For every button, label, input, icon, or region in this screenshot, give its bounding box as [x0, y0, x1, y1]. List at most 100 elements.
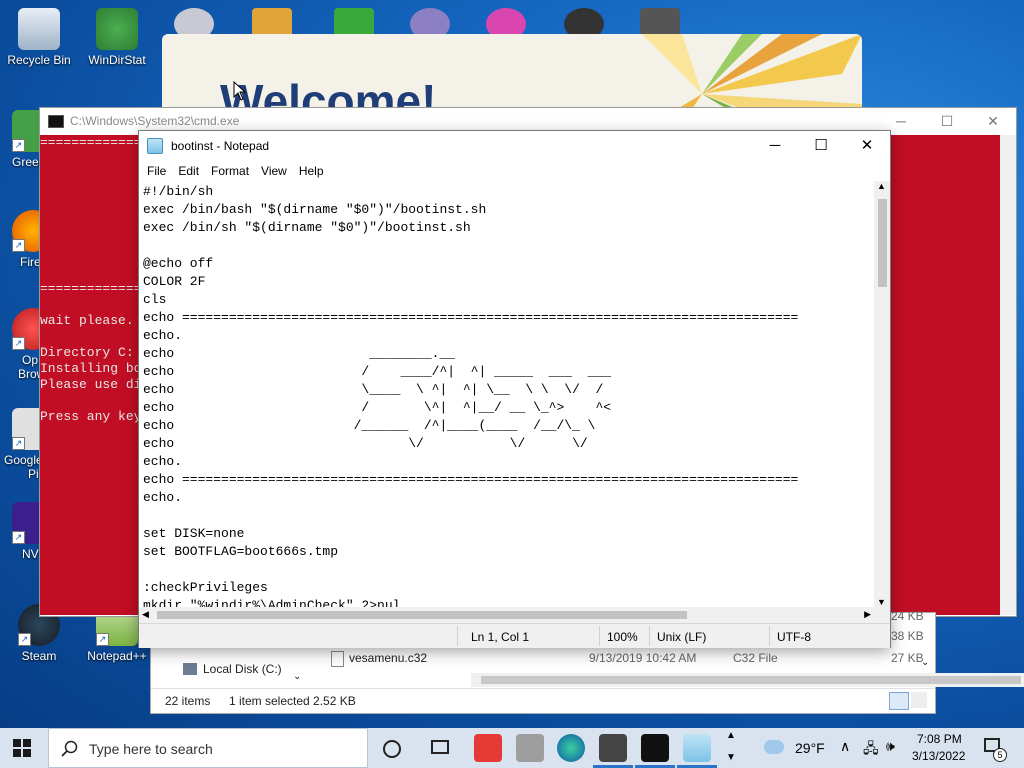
- desktop-icon-label: Fire: [20, 255, 40, 269]
- nav-item-local-disk[interactable]: Local Disk (C:): [203, 662, 282, 676]
- recycle-bin-icon[interactable]: Recycle Bin: [2, 8, 76, 67]
- greenshot-icon-image: ↗: [12, 110, 40, 152]
- volume-icon[interactable]: 🕪: [886, 738, 895, 755]
- greenshot-icon[interactable]: ↗ Green: [0, 110, 40, 169]
- cmd-icon: [48, 114, 64, 128]
- recycle-bin-icon-image: [18, 8, 60, 50]
- explorer-status-bar: 22 items 1 item selected 2.52 KB: [151, 688, 935, 713]
- cmd-line: Directory C:: [40, 345, 134, 360]
- editor-text-line: echo / ____/^| ^| _____ ___ ___: [143, 364, 612, 379]
- gom-player-icon[interactable]: [474, 734, 502, 762]
- opera-icon-image: ↗: [12, 308, 40, 350]
- large-icons-view-icon[interactable]: [911, 692, 927, 708]
- notepad-window[interactable]: bootinst - Notepad ─ ☐ ✕ File Edit Forma…: [138, 130, 891, 648]
- cmd-line: =============: [40, 281, 142, 296]
- notepad-taskbar-icon[interactable]: [683, 734, 711, 762]
- desktop-icon-label: Google: [4, 453, 40, 467]
- shortcut-arrow-icon: ↗: [12, 437, 25, 450]
- cmd-line: Installing bo: [40, 361, 142, 376]
- maximize-button[interactable]: ☐: [798, 131, 844, 161]
- scroll-left-icon[interactable]: ◀: [142, 609, 149, 620]
- desktop-icon-label: Brow: [18, 367, 40, 381]
- windows-start-icon[interactable]: [12, 738, 32, 758]
- horizontal-scrollbar[interactable]: ◀ ▶: [139, 607, 874, 623]
- editor-text-line: COLOR 2F: [143, 274, 206, 289]
- editor-text-line: echo /______ /^|____(____ /__/\_ \: [143, 418, 596, 433]
- taskbar: Type here to search ▲ ▼ 29°F ∧ 🖧 🕪 7:08 …: [0, 728, 1024, 768]
- editor-text-line: set BOOTFLAG=boot666s.tmp: [143, 544, 339, 559]
- selection-info: 1 item selected 2.52 KB: [229, 694, 356, 708]
- cmd-scrollbar[interactable]: [1000, 135, 1016, 615]
- windirstat-icon[interactable]: WinDirStat: [80, 8, 154, 67]
- menu-help[interactable]: Help: [293, 164, 330, 178]
- status-separator: [457, 626, 458, 646]
- file-size: 38 KB: [891, 629, 924, 643]
- file-name[interactable]: vesamenu.c32: [349, 651, 427, 665]
- shortcut-arrow-icon: ↗: [12, 139, 25, 152]
- menu-bar: File Edit Format View Help: [139, 161, 890, 181]
- details-view-icon[interactable]: [889, 692, 909, 710]
- taskbar-scroll-down-icon[interactable]: ▼: [726, 752, 736, 763]
- firefox-icon-image: ↗: [12, 210, 40, 252]
- vertical-scrollbar[interactable]: ▲ ▼: [874, 181, 890, 607]
- menu-file[interactable]: File: [141, 164, 172, 178]
- network-tool-icon[interactable]: [516, 734, 544, 762]
- scroll-down-icon[interactable]: ⌄: [293, 671, 301, 682]
- desktop-icon-label: Pi: [28, 467, 39, 481]
- desktop-icon-label: Notepad++: [87, 649, 147, 663]
- scroll-down-icon[interactable]: ▼: [877, 597, 886, 607]
- desktop-icon-label: Steam: [21, 649, 57, 663]
- network-icon[interactable]: 🖧: [863, 738, 879, 762]
- edge-icon[interactable]: [557, 734, 585, 762]
- editor-text-line: set DISK=none: [143, 526, 245, 541]
- desktop-icon-label: Recycle Bin: [7, 53, 71, 67]
- menu-format[interactable]: Format: [205, 164, 255, 178]
- taskbar-search-box[interactable]: Type here to search: [48, 728, 368, 768]
- file-size: 27 KB: [891, 651, 924, 665]
- cmd-close-button[interactable]: ✕: [970, 113, 1016, 130]
- menu-view[interactable]: View: [255, 164, 293, 178]
- line-ending: Unix (LF): [657, 630, 707, 644]
- file-date: 9/13/2019 10:42 AM: [589, 651, 697, 665]
- notepad-titlebar[interactable]: bootinst - Notepad ─ ☐ ✕: [139, 131, 890, 161]
- weather-temperature[interactable]: 29°F: [795, 740, 825, 756]
- nvidia-icon[interactable]: ↗ NV: [0, 502, 40, 561]
- tray-chevron-icon[interactable]: ∧: [840, 738, 850, 755]
- scroll-right-icon[interactable]: ▶: [864, 609, 871, 620]
- clock-time[interactable]: 7:08 PM: [917, 732, 962, 746]
- opera-icon[interactable]: ↗ Op Brow: [0, 308, 40, 381]
- task-view-icon[interactable]: [431, 740, 449, 754]
- taskbar-scroll-up-icon[interactable]: ▲: [726, 730, 736, 741]
- clock-date[interactable]: 3/13/2022: [912, 749, 965, 763]
- menu-edit[interactable]: Edit: [172, 164, 205, 178]
- firefox-icon[interactable]: ↗ Fire: [0, 210, 40, 269]
- shortcut-arrow-icon: ↗: [12, 337, 25, 350]
- weather-icon[interactable]: [764, 740, 784, 754]
- close-button[interactable]: ✕: [844, 131, 890, 161]
- vertical-scroll-thumb[interactable]: [878, 199, 887, 287]
- editor-text-line: echo ===================================…: [143, 310, 799, 325]
- zoom-level: 100%: [607, 630, 638, 644]
- inkscape-icon[interactable]: [599, 734, 627, 762]
- cmd-minimize-button[interactable]: ─: [878, 113, 924, 130]
- notepad-icon: [147, 138, 163, 154]
- horizontal-scroll-thumb[interactable]: [157, 611, 687, 619]
- nav-item-icon: [183, 663, 197, 675]
- cmd-title: C:\Windows\System32\cmd.exe: [70, 114, 240, 128]
- editor-text-line: echo / \^| ^|__/ __ \_^> ^<: [143, 400, 612, 415]
- desktop-icon-label: Green: [12, 155, 40, 169]
- minimize-button[interactable]: ─: [752, 131, 798, 161]
- cortana-icon[interactable]: [383, 740, 401, 758]
- text-editor-area[interactable]: #!/bin/sh exec /bin/bash "$(dirname "$0")…: [139, 181, 874, 607]
- status-separator: [769, 626, 770, 646]
- scroll-up-icon[interactable]: ▲: [877, 181, 886, 191]
- explorer-horizontal-scrollbar[interactable]: [471, 673, 1024, 687]
- scrollbar-corner: [874, 607, 890, 623]
- cmd-taskbar-icon[interactable]: [641, 734, 669, 762]
- notepad-status-bar: Ln 1, Col 1 100% Unix (LF) UTF-8: [139, 623, 890, 648]
- editor-text-line: #!/bin/sh: [143, 184, 214, 199]
- cmd-maximize-button[interactable]: ☐: [924, 113, 970, 130]
- google-icon[interactable]: ↗ Google Pi: [0, 408, 40, 481]
- scroll-down-icon[interactable]: ⌄: [921, 657, 929, 668]
- file-type: C32 File: [733, 651, 778, 665]
